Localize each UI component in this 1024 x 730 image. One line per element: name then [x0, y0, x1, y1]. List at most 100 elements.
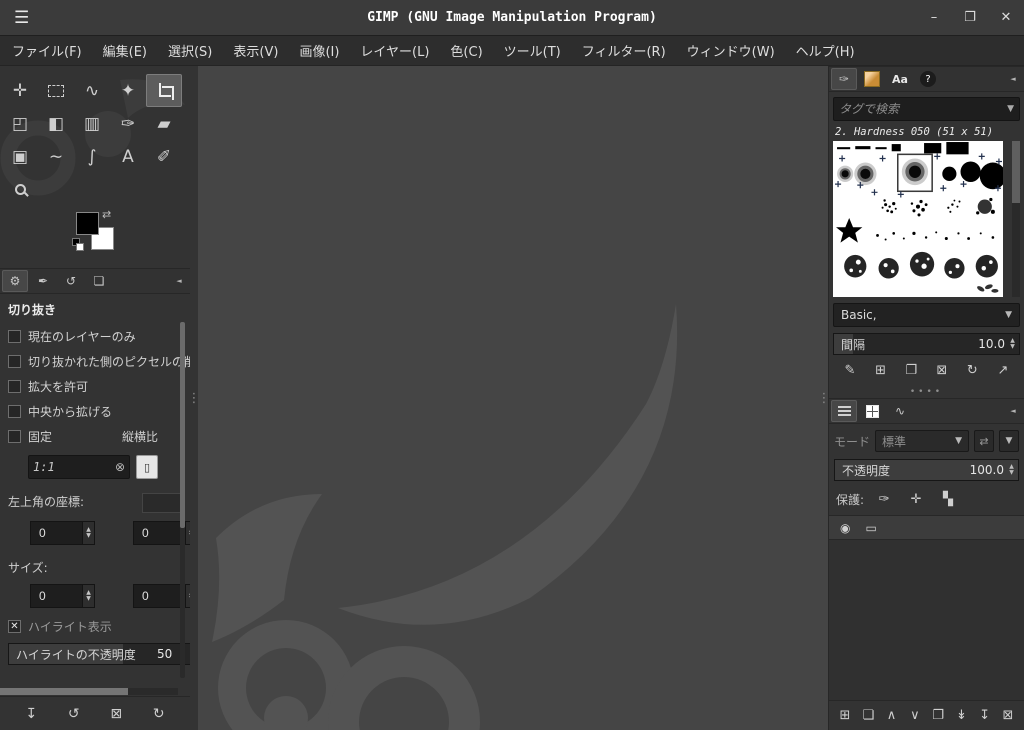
mode-switch-button[interactable]: ⇄	[974, 430, 994, 452]
menu-layer[interactable]: レイヤー(L)	[360, 41, 429, 60]
checkbox[interactable]	[8, 355, 21, 368]
duplicate-brush-button[interactable]: ❐	[900, 363, 922, 378]
scrollbar-thumb[interactable]	[180, 322, 185, 528]
tab-tool-options[interactable]: ⚙	[2, 270, 28, 292]
menu-help[interactable]: ヘルプ(H)	[796, 41, 855, 60]
new-layer-button[interactable]: ⊞	[834, 708, 856, 723]
open-brush-button[interactable]: ↗	[992, 363, 1014, 378]
spinner-arrows[interactable]: ▲ ▼	[185, 521, 190, 545]
size-y-input[interactable]	[133, 584, 185, 608]
tool-paths[interactable]: ∫	[74, 140, 110, 173]
tool-zoom[interactable]	[2, 173, 38, 206]
spinner-arrows[interactable]: ▲ ▼	[82, 521, 95, 545]
tab-document-history[interactable]: ?	[915, 68, 941, 90]
tool-free-select[interactable]: ∿	[74, 74, 110, 107]
link-icon[interactable]: ▭	[865, 521, 876, 535]
tool-gradient[interactable]: ▥	[74, 107, 110, 140]
anchor-layer-button[interactable]: ↧	[974, 708, 996, 723]
portrait-toggle-button[interactable]: ▯	[136, 455, 158, 479]
option-allow-growing[interactable]: 拡大を許可	[0, 374, 190, 399]
swap-colors-icon[interactable]: ⇄	[102, 208, 111, 221]
option-delete-cropped-pixels[interactable]: 切り抜かれた側のピクセルの削除	[0, 349, 190, 374]
tool-fuzzy-select[interactable]: ✦	[110, 74, 146, 107]
minimize-button[interactable]: –	[916, 10, 952, 25]
tab-patterns[interactable]	[859, 68, 885, 90]
menu-filters[interactable]: フィルター(R)	[582, 41, 666, 60]
tool-bucket-fill[interactable]: ◧	[38, 107, 74, 140]
edit-brush-button[interactable]: ✎	[839, 363, 861, 378]
tab-layers[interactable]	[831, 400, 857, 422]
tab-brushes[interactable]: ✑	[831, 68, 857, 90]
tab-images[interactable]: ❏	[86, 270, 112, 292]
spinner-arrows[interactable]: ▲ ▼	[1007, 334, 1018, 354]
spinner-arrows[interactable]: ▲ ▼	[82, 584, 95, 608]
tool-rectangle-select[interactable]	[38, 74, 74, 107]
checkbox-checked[interactable]: ✕	[8, 620, 21, 633]
spinner-arrows[interactable]: ▲ ▼	[1006, 460, 1017, 480]
tool-color-picker[interactable]: ✐	[146, 140, 182, 173]
tool-move[interactable]: ✛	[2, 74, 38, 107]
checkbox[interactable]	[8, 430, 21, 443]
tab-channels[interactable]	[859, 400, 885, 422]
menu-view[interactable]: 表示(V)	[233, 41, 278, 60]
lock-pixels-button[interactable]: ✑	[872, 489, 896, 509]
mode-options-button[interactable]: ▼	[999, 430, 1019, 452]
checkbox[interactable]	[8, 380, 21, 393]
highlight-opacity-slider[interactable]: ハイライトの不透明度 50	[8, 643, 190, 665]
menu-windows[interactable]: ウィンドウ(W)	[687, 41, 775, 60]
lock-alpha-button[interactable]: ▚	[936, 489, 960, 509]
tab-paths[interactable]: ∿	[887, 400, 913, 422]
dock-menu-button[interactable]: ◄	[170, 277, 188, 285]
menu-tools[interactable]: ツール(T)	[504, 41, 561, 60]
chevron-down-icon[interactable]: ▼	[1003, 104, 1014, 114]
brush-grid[interactable]	[833, 141, 1003, 297]
menu-select[interactable]: 選択(S)	[168, 41, 212, 60]
lock-position-button[interactable]: ✛	[904, 489, 928, 509]
raise-layer-button[interactable]: ∧	[881, 708, 903, 723]
duplicate-layer-button[interactable]: ❐	[927, 708, 949, 723]
unit-dropdown[interactable]	[142, 493, 182, 513]
option-fixed[interactable]: 固定 縦横比	[0, 424, 190, 449]
visibility-eye-icon[interactable]: ◉	[840, 521, 850, 535]
hamburger-menu-icon[interactable]: ☰	[0, 8, 43, 28]
tool-unified-transform[interactable]: ◰	[2, 107, 38, 140]
options-horizontal-scrollbar[interactable]	[0, 688, 178, 695]
reset-options-button[interactable]: ↻	[147, 706, 171, 722]
save-options-button[interactable]: ↧	[19, 706, 43, 722]
tab-fonts[interactable]: Aa	[887, 68, 913, 90]
menu-edit[interactable]: 編集(E)	[103, 41, 147, 60]
brush-list-scrollbar[interactable]	[1012, 141, 1020, 297]
restore-options-button[interactable]: ↺	[62, 706, 86, 722]
right-panel-resize-handle[interactable]: ⋮	[820, 66, 828, 730]
layer-opacity-slider[interactable]: 不透明度 100.0 ▲ ▼	[834, 459, 1019, 481]
dock-menu-button[interactable]: ◄	[1004, 75, 1022, 83]
options-vertical-scrollbar[interactable]	[180, 322, 185, 678]
tag-search-input[interactable]	[839, 102, 1003, 116]
left-panel-resize-handle[interactable]: ⋮	[190, 66, 198, 730]
spinner-arrows[interactable]: ▲ ▼	[185, 584, 190, 608]
tool-paintbrush[interactable]: ✑	[110, 107, 146, 140]
aspect-ratio-input[interactable]	[33, 460, 103, 474]
delete-layer-button[interactable]: ⊠	[997, 708, 1019, 723]
close-button[interactable]: ✕	[988, 10, 1024, 25]
tool-smudge[interactable]: ∼	[38, 140, 74, 173]
menu-image[interactable]: 画像(I)	[299, 41, 339, 60]
menu-file[interactable]: ファイル(F)	[12, 41, 82, 60]
tab-undo-history[interactable]: ↺	[58, 270, 84, 292]
checkbox[interactable]	[8, 330, 21, 343]
delete-brush-button[interactable]: ⊠	[931, 363, 953, 378]
layer-mode-dropdown[interactable]: 標準 ▼	[875, 430, 969, 452]
new-brush-button[interactable]: ⊞	[870, 363, 892, 378]
delete-options-button[interactable]: ⊠	[104, 706, 128, 722]
clear-icon[interactable]: ⊗	[115, 460, 125, 474]
lower-layer-button[interactable]: ∨	[904, 708, 926, 723]
size-x-input[interactable]	[30, 584, 82, 608]
maximize-button[interactable]: ❐	[952, 10, 988, 25]
scrollbar-thumb[interactable]	[1012, 141, 1020, 203]
canvas-area[interactable]	[198, 66, 820, 730]
menu-colors[interactable]: 色(C)	[450, 41, 482, 60]
dock-splitter-handle[interactable]: ••••	[829, 385, 1024, 398]
foreground-color-swatch[interactable]	[76, 212, 99, 235]
tool-text[interactable]: A	[110, 140, 146, 173]
scrollbar-thumb[interactable]	[0, 688, 128, 695]
